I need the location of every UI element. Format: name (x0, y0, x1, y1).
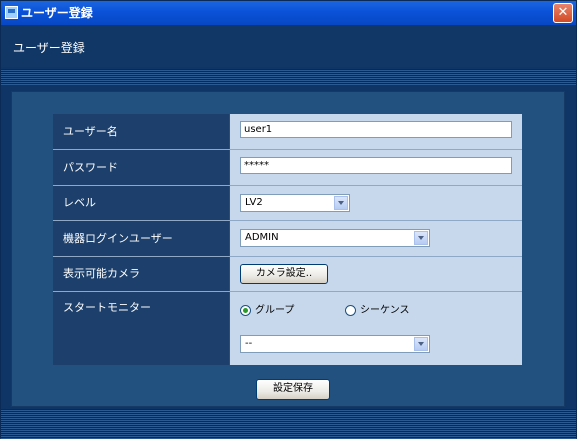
start-monitor-select-value: -- (245, 338, 253, 349)
camera-settings-button[interactable]: カメラ設定.. (240, 264, 328, 284)
title-bar: ユーザー登録 ✕ (1, 1, 576, 25)
password-label: パスワード (53, 150, 229, 185)
app-window-icon (5, 6, 18, 19)
visible-cameras-cell: カメラ設定.. (230, 257, 522, 291)
device-login-user-select[interactable]: ADMIN (240, 229, 430, 247)
username-input[interactable]: user1 (240, 121, 512, 138)
visible-cameras-label: 表示可能カメラ (53, 257, 229, 291)
username-label: ユーザー名 (53, 114, 229, 149)
group-radio-label[interactable]: グループ (255, 305, 294, 317)
start-monitor-cell: グループ シーケンス -- (230, 292, 522, 365)
page-header: ユーザー登録 (1, 25, 576, 67)
level-cell: LV2 (230, 186, 522, 220)
window-title: ユーザー登録 (21, 6, 93, 20)
page-title: ユーザー登録 (13, 41, 85, 55)
user-registration-window: ユーザー登録 ✕ ユーザー登録 ユーザー名 user1 パスワード ***** … (0, 0, 577, 439)
start-monitor-label: スタートモニター (53, 292, 229, 365)
level-row: レベル LV2 (53, 186, 522, 220)
chevron-down-icon[interactable] (414, 337, 428, 351)
level-select[interactable]: LV2 (240, 194, 350, 212)
bottom-divider (1, 409, 576, 439)
level-label: レベル (53, 186, 229, 220)
start-monitor-row: スタートモニター グループ シーケンス -- (53, 292, 522, 365)
username-cell: user1 (230, 114, 522, 149)
password-row: パスワード ***** (53, 150, 522, 185)
level-select-value: LV2 (245, 197, 263, 208)
device-login-user-label: 機器ログインユーザー (53, 221, 229, 256)
device-login-user-row: 機器ログインユーザー ADMIN (53, 221, 522, 256)
chevron-down-icon[interactable] (414, 231, 428, 245)
close-icon[interactable]: ✕ (553, 3, 573, 23)
sequence-radio[interactable] (345, 305, 356, 316)
device-login-user-cell: ADMIN (230, 221, 522, 256)
start-monitor-select[interactable]: -- (240, 335, 430, 353)
save-settings-button[interactable]: 設定保存 (256, 379, 330, 400)
visible-cameras-row: 表示可能カメラ カメラ設定.. (53, 257, 522, 291)
password-input[interactable]: ***** (240, 157, 512, 174)
chevron-down-icon[interactable] (334, 196, 348, 210)
top-divider (1, 69, 576, 85)
device-login-user-value: ADMIN (245, 232, 279, 243)
group-radio[interactable] (240, 305, 251, 316)
username-row: ユーザー名 user1 (53, 114, 522, 149)
password-cell: ***** (230, 150, 522, 185)
sequence-radio-label[interactable]: シーケンス (360, 305, 410, 317)
